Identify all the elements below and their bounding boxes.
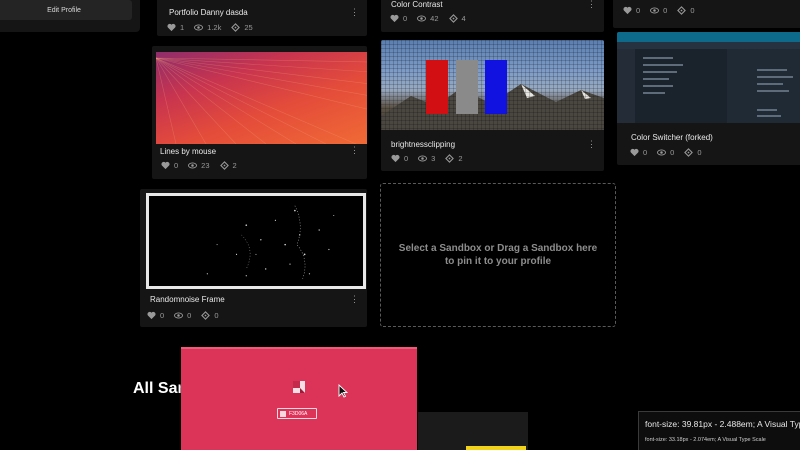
fork-icon: [448, 14, 458, 23]
card-stats: 0 0 0: [623, 6, 695, 15]
card-title: brightnessclipping: [391, 140, 456, 149]
eye-icon: [418, 154, 428, 163]
red-channel-bar: [426, 60, 448, 114]
card-stats: 0 42 4: [390, 14, 466, 23]
like-count: 0: [636, 6, 641, 15]
blue-channel-bar: [485, 60, 507, 114]
heart-icon: [630, 148, 639, 157]
like-count: 0: [160, 311, 165, 320]
heart-icon: [391, 154, 400, 163]
sandbox-card-brightnessclipping[interactable]: brightnessclipping ⋮ 0 3 2: [381, 40, 604, 171]
fork-count: 25: [244, 23, 253, 32]
like-count: 0: [174, 161, 179, 170]
card-title: Color Contrast: [391, 0, 443, 9]
pin-sandbox-drop-zone[interactable]: Select a Sandbox or Drag a Sandbox here …: [380, 183, 616, 327]
fork-icon: [219, 161, 229, 170]
eye-icon: [194, 23, 204, 32]
like-count: 1: [180, 23, 185, 32]
kebab-menu-icon[interactable]: ⋮: [587, 140, 596, 149]
card-title: Color Switcher (forked): [631, 133, 713, 142]
edit-profile-button[interactable]: Edit Profile: [0, 0, 132, 20]
fork-count: 0: [214, 311, 219, 320]
fork-icon: [201, 311, 211, 320]
mouse-cursor-icon: [338, 383, 349, 398]
dragged-sandbox-card[interactable]: F3D06A: [181, 347, 417, 450]
like-count: 0: [404, 154, 409, 163]
kebab-menu-icon[interactable]: ⋮: [587, 0, 596, 9]
sandbox-logo-icon: [292, 380, 306, 394]
eye-icon: [657, 148, 667, 157]
sandbox-card-color-contrast[interactable]: Color Contrast ⋮ 0 42 4: [381, 0, 604, 32]
fork-icon: [445, 154, 455, 163]
color-value-label: F3D06A: [289, 410, 308, 417]
kebab-menu-icon[interactable]: ⋮: [350, 146, 359, 155]
sandbox-card-partial[interactable]: [418, 412, 528, 450]
profile-panel: Edit Profile: [0, 0, 140, 32]
sandbox-card-top-right[interactable]: 0 0 0: [613, 0, 800, 28]
sandbox-card-color-switcher[interactable]: Color Switcher (forked) 0 0 0: [617, 32, 800, 165]
sandbox-card-type-scale[interactable]: font-size: 39.81px - 2.488em; A Visual T…: [638, 411, 800, 450]
view-count: 0: [187, 311, 192, 320]
fork-count: 2: [458, 154, 463, 163]
editor-topbar: [617, 32, 800, 42]
fork-icon: [231, 23, 241, 32]
fork-count: 0: [697, 148, 702, 157]
like-count: 0: [643, 148, 648, 157]
editor-preview-panel: [727, 49, 800, 123]
editor-file-panel: [635, 49, 727, 123]
fork-count: 2: [232, 161, 237, 170]
fork-icon: [684, 148, 694, 157]
color-swatch: [280, 410, 286, 417]
gray-channel-bar: [456, 60, 478, 114]
view-count: 0: [663, 6, 668, 15]
card-stats: 1 1.2k 25: [167, 23, 253, 32]
eye-icon: [650, 6, 660, 15]
sandbox-thumbnail: [381, 40, 604, 130]
kebab-menu-icon[interactable]: ⋮: [350, 295, 359, 304]
editor-tabs: [617, 42, 800, 49]
card-stats: 0 0 0: [630, 148, 702, 157]
type-scale-line-1: font-size: 39.81px - 2.488em; A Visual T…: [645, 419, 800, 429]
fork-icon: [677, 6, 687, 15]
type-scale-line-2: font-size: 33.18px - 2.074em; A Visual T…: [645, 437, 766, 443]
view-count: 23: [201, 161, 210, 170]
color-value-chip: F3D06A: [277, 408, 317, 419]
card-stats: 0 23 2: [161, 161, 237, 170]
heart-icon: [161, 161, 170, 170]
sandbox-thumbnail: [156, 52, 367, 144]
sandbox-thumbnail: [617, 32, 800, 123]
noise-image: [206, 205, 335, 279]
drop-zone-text: Select a Sandbox or Drag a Sandbox here …: [398, 243, 598, 267]
line-art: [156, 57, 367, 144]
heart-icon: [390, 14, 399, 23]
sandbox-card-portfolio[interactable]: Portfolio Danny dasda ⋮ 1 1.2k 25: [157, 0, 367, 36]
eye-icon: [417, 14, 427, 23]
editor-activity-bar: [617, 49, 635, 123]
sandbox-thumbnail: [466, 446, 526, 450]
heart-icon: [147, 311, 156, 320]
view-count: 3: [431, 154, 436, 163]
card-title: Randomnoise Frame: [150, 295, 225, 304]
fork-count: 4: [461, 14, 466, 23]
view-count: 42: [430, 14, 439, 23]
fork-count: 0: [690, 6, 695, 15]
eye-icon: [174, 311, 184, 320]
heart-icon: [623, 6, 632, 15]
view-count: 0: [670, 148, 675, 157]
sandbox-card-randomnoise-frame[interactable]: Randomnoise Frame ⋮ 0 0 0: [140, 189, 367, 327]
heart-icon: [167, 23, 176, 32]
card-stats: 0 3 2: [391, 154, 463, 163]
card-title: Portfolio Danny dasda: [169, 8, 248, 17]
kebab-menu-icon[interactable]: ⋮: [350, 8, 359, 17]
like-count: 0: [403, 14, 408, 23]
card-title: Lines by mouse: [160, 147, 217, 156]
sandbox-thumbnail: [146, 193, 366, 289]
view-count: 1.2k: [207, 23, 222, 32]
sandbox-card-lines-by-mouse[interactable]: Lines by mouse ⋮ 0 23 2: [152, 46, 367, 179]
card-stats: 0 0 0: [147, 311, 219, 320]
eye-icon: [188, 161, 198, 170]
